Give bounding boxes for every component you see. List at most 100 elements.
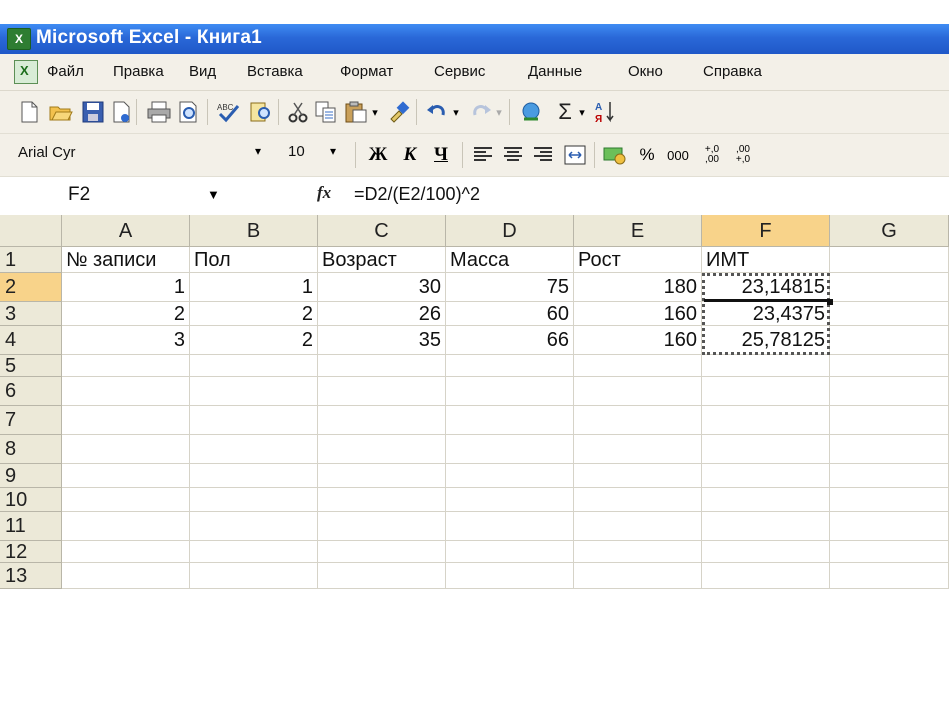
cell-e5[interactable] bbox=[574, 355, 702, 377]
decrease-decimal-button[interactable]: ,00 +,0 bbox=[728, 142, 758, 168]
column-header-a[interactable]: A bbox=[62, 215, 190, 247]
cell-d4[interactable]: 66 bbox=[446, 326, 574, 355]
cell-e12[interactable] bbox=[574, 541, 702, 563]
menu-file[interactable]: Файл bbox=[47, 63, 84, 80]
cell-a7[interactable] bbox=[62, 406, 190, 435]
cell-c9[interactable] bbox=[318, 464, 446, 488]
cell-g4[interactable] bbox=[830, 326, 949, 355]
merge-center-icon[interactable] bbox=[562, 142, 588, 168]
cell-a10[interactable] bbox=[62, 488, 190, 512]
print-preview-icon[interactable] bbox=[176, 99, 202, 125]
research-icon[interactable] bbox=[248, 99, 274, 125]
row-header-3[interactable]: 3 bbox=[0, 302, 62, 326]
cell-d10[interactable] bbox=[446, 488, 574, 512]
cell-d11[interactable] bbox=[446, 512, 574, 541]
cell-g9[interactable] bbox=[830, 464, 949, 488]
cell-c13[interactable] bbox=[318, 563, 446, 589]
cell-e13[interactable] bbox=[574, 563, 702, 589]
increase-decimal-button[interactable]: +,0 ,00 bbox=[697, 142, 727, 168]
cell-b3[interactable]: 2 bbox=[190, 302, 318, 326]
cell-b1[interactable]: Пол bbox=[190, 247, 318, 273]
cell-a1[interactable]: № записи bbox=[62, 247, 190, 273]
name-box[interactable]: F2 bbox=[68, 184, 90, 206]
menu-view[interactable]: Вид bbox=[189, 63, 216, 80]
percent-button[interactable]: % bbox=[634, 142, 660, 168]
cell-b6[interactable] bbox=[190, 377, 318, 406]
cell-c10[interactable] bbox=[318, 488, 446, 512]
cell-b10[interactable] bbox=[190, 488, 318, 512]
cell-a5[interactable] bbox=[62, 355, 190, 377]
paste-icon[interactable] bbox=[343, 99, 369, 125]
menu-tools[interactable]: Сервис bbox=[434, 63, 485, 80]
cell-f13[interactable] bbox=[702, 563, 830, 589]
cell-c5[interactable] bbox=[318, 355, 446, 377]
cell-d9[interactable] bbox=[446, 464, 574, 488]
cut-icon[interactable] bbox=[285, 99, 311, 125]
cell-e8[interactable] bbox=[574, 435, 702, 464]
cell-b13[interactable] bbox=[190, 563, 318, 589]
align-right-icon[interactable] bbox=[530, 142, 556, 168]
cell-e3[interactable]: 160 bbox=[574, 302, 702, 326]
cell-b4[interactable]: 2 bbox=[190, 326, 318, 355]
select-all-corner[interactable] bbox=[0, 215, 62, 247]
cell-a9[interactable] bbox=[62, 464, 190, 488]
row-header-1[interactable]: 1 bbox=[0, 247, 62, 273]
cell-e11[interactable] bbox=[574, 512, 702, 541]
cell-d3[interactable]: 60 bbox=[446, 302, 574, 326]
cell-g3[interactable] bbox=[830, 302, 949, 326]
cell-c2[interactable]: 30 bbox=[318, 273, 446, 302]
cell-e7[interactable] bbox=[574, 406, 702, 435]
font-name-box[interactable]: Arial Cyr bbox=[18, 144, 76, 161]
cell-f12[interactable] bbox=[702, 541, 830, 563]
cell-g10[interactable] bbox=[830, 488, 949, 512]
cell-e4[interactable]: 160 bbox=[574, 326, 702, 355]
row-header-12[interactable]: 12 bbox=[0, 541, 62, 563]
font-size-box[interactable]: 10 bbox=[288, 143, 305, 160]
sort-ascending-icon[interactable]: АЯ bbox=[592, 99, 618, 125]
open-icon[interactable] bbox=[48, 99, 74, 125]
format-painter-icon[interactable] bbox=[386, 99, 412, 125]
fill-handle[interactable] bbox=[827, 299, 833, 305]
cell-a4[interactable]: 3 bbox=[62, 326, 190, 355]
cell-a6[interactable] bbox=[62, 377, 190, 406]
cell-f11[interactable] bbox=[702, 512, 830, 541]
cell-e2[interactable]: 180 bbox=[574, 273, 702, 302]
cell-d6[interactable] bbox=[446, 377, 574, 406]
paste-dropdown-icon[interactable]: ▾ bbox=[369, 99, 381, 125]
redo-icon[interactable] bbox=[468, 99, 494, 125]
menu-data[interactable]: Данные bbox=[528, 63, 582, 80]
menu-format[interactable]: Формат bbox=[340, 63, 393, 80]
cell-d8[interactable] bbox=[446, 435, 574, 464]
column-header-f[interactable]: F bbox=[702, 215, 830, 247]
column-header-e[interactable]: E bbox=[574, 215, 702, 247]
cell-b2[interactable]: 1 bbox=[190, 273, 318, 302]
cell-g5[interactable] bbox=[830, 355, 949, 377]
cell-c4[interactable]: 35 bbox=[318, 326, 446, 355]
cell-e6[interactable] bbox=[574, 377, 702, 406]
row-header-8[interactable]: 8 bbox=[0, 435, 62, 464]
currency-icon[interactable] bbox=[602, 142, 628, 168]
row-header-10[interactable]: 10 bbox=[0, 488, 62, 512]
cell-c3[interactable]: 26 bbox=[318, 302, 446, 326]
cell-a3[interactable]: 2 bbox=[62, 302, 190, 326]
cell-b11[interactable] bbox=[190, 512, 318, 541]
insert-function-icon[interactable]: fx bbox=[317, 183, 331, 203]
cell-f6[interactable] bbox=[702, 377, 830, 406]
hyperlink-icon[interactable] bbox=[518, 99, 544, 125]
cell-a13[interactable] bbox=[62, 563, 190, 589]
permission-icon[interactable] bbox=[108, 99, 134, 125]
cell-f2[interactable]: 23,14815 bbox=[702, 273, 830, 302]
align-left-icon[interactable] bbox=[470, 142, 496, 168]
cell-g1[interactable] bbox=[830, 247, 949, 273]
cell-d5[interactable] bbox=[446, 355, 574, 377]
cell-d2[interactable]: 75 bbox=[446, 273, 574, 302]
cell-a2[interactable]: 1 bbox=[62, 273, 190, 302]
excel-app-icon[interactable]: X bbox=[7, 28, 31, 50]
size-dropdown-icon[interactable]: ▾ bbox=[330, 144, 336, 158]
cell-f9[interactable] bbox=[702, 464, 830, 488]
cell-e9[interactable] bbox=[574, 464, 702, 488]
cell-b12[interactable] bbox=[190, 541, 318, 563]
column-header-d[interactable]: D bbox=[446, 215, 574, 247]
cell-g7[interactable] bbox=[830, 406, 949, 435]
row-header-4[interactable]: 4 bbox=[0, 326, 62, 355]
